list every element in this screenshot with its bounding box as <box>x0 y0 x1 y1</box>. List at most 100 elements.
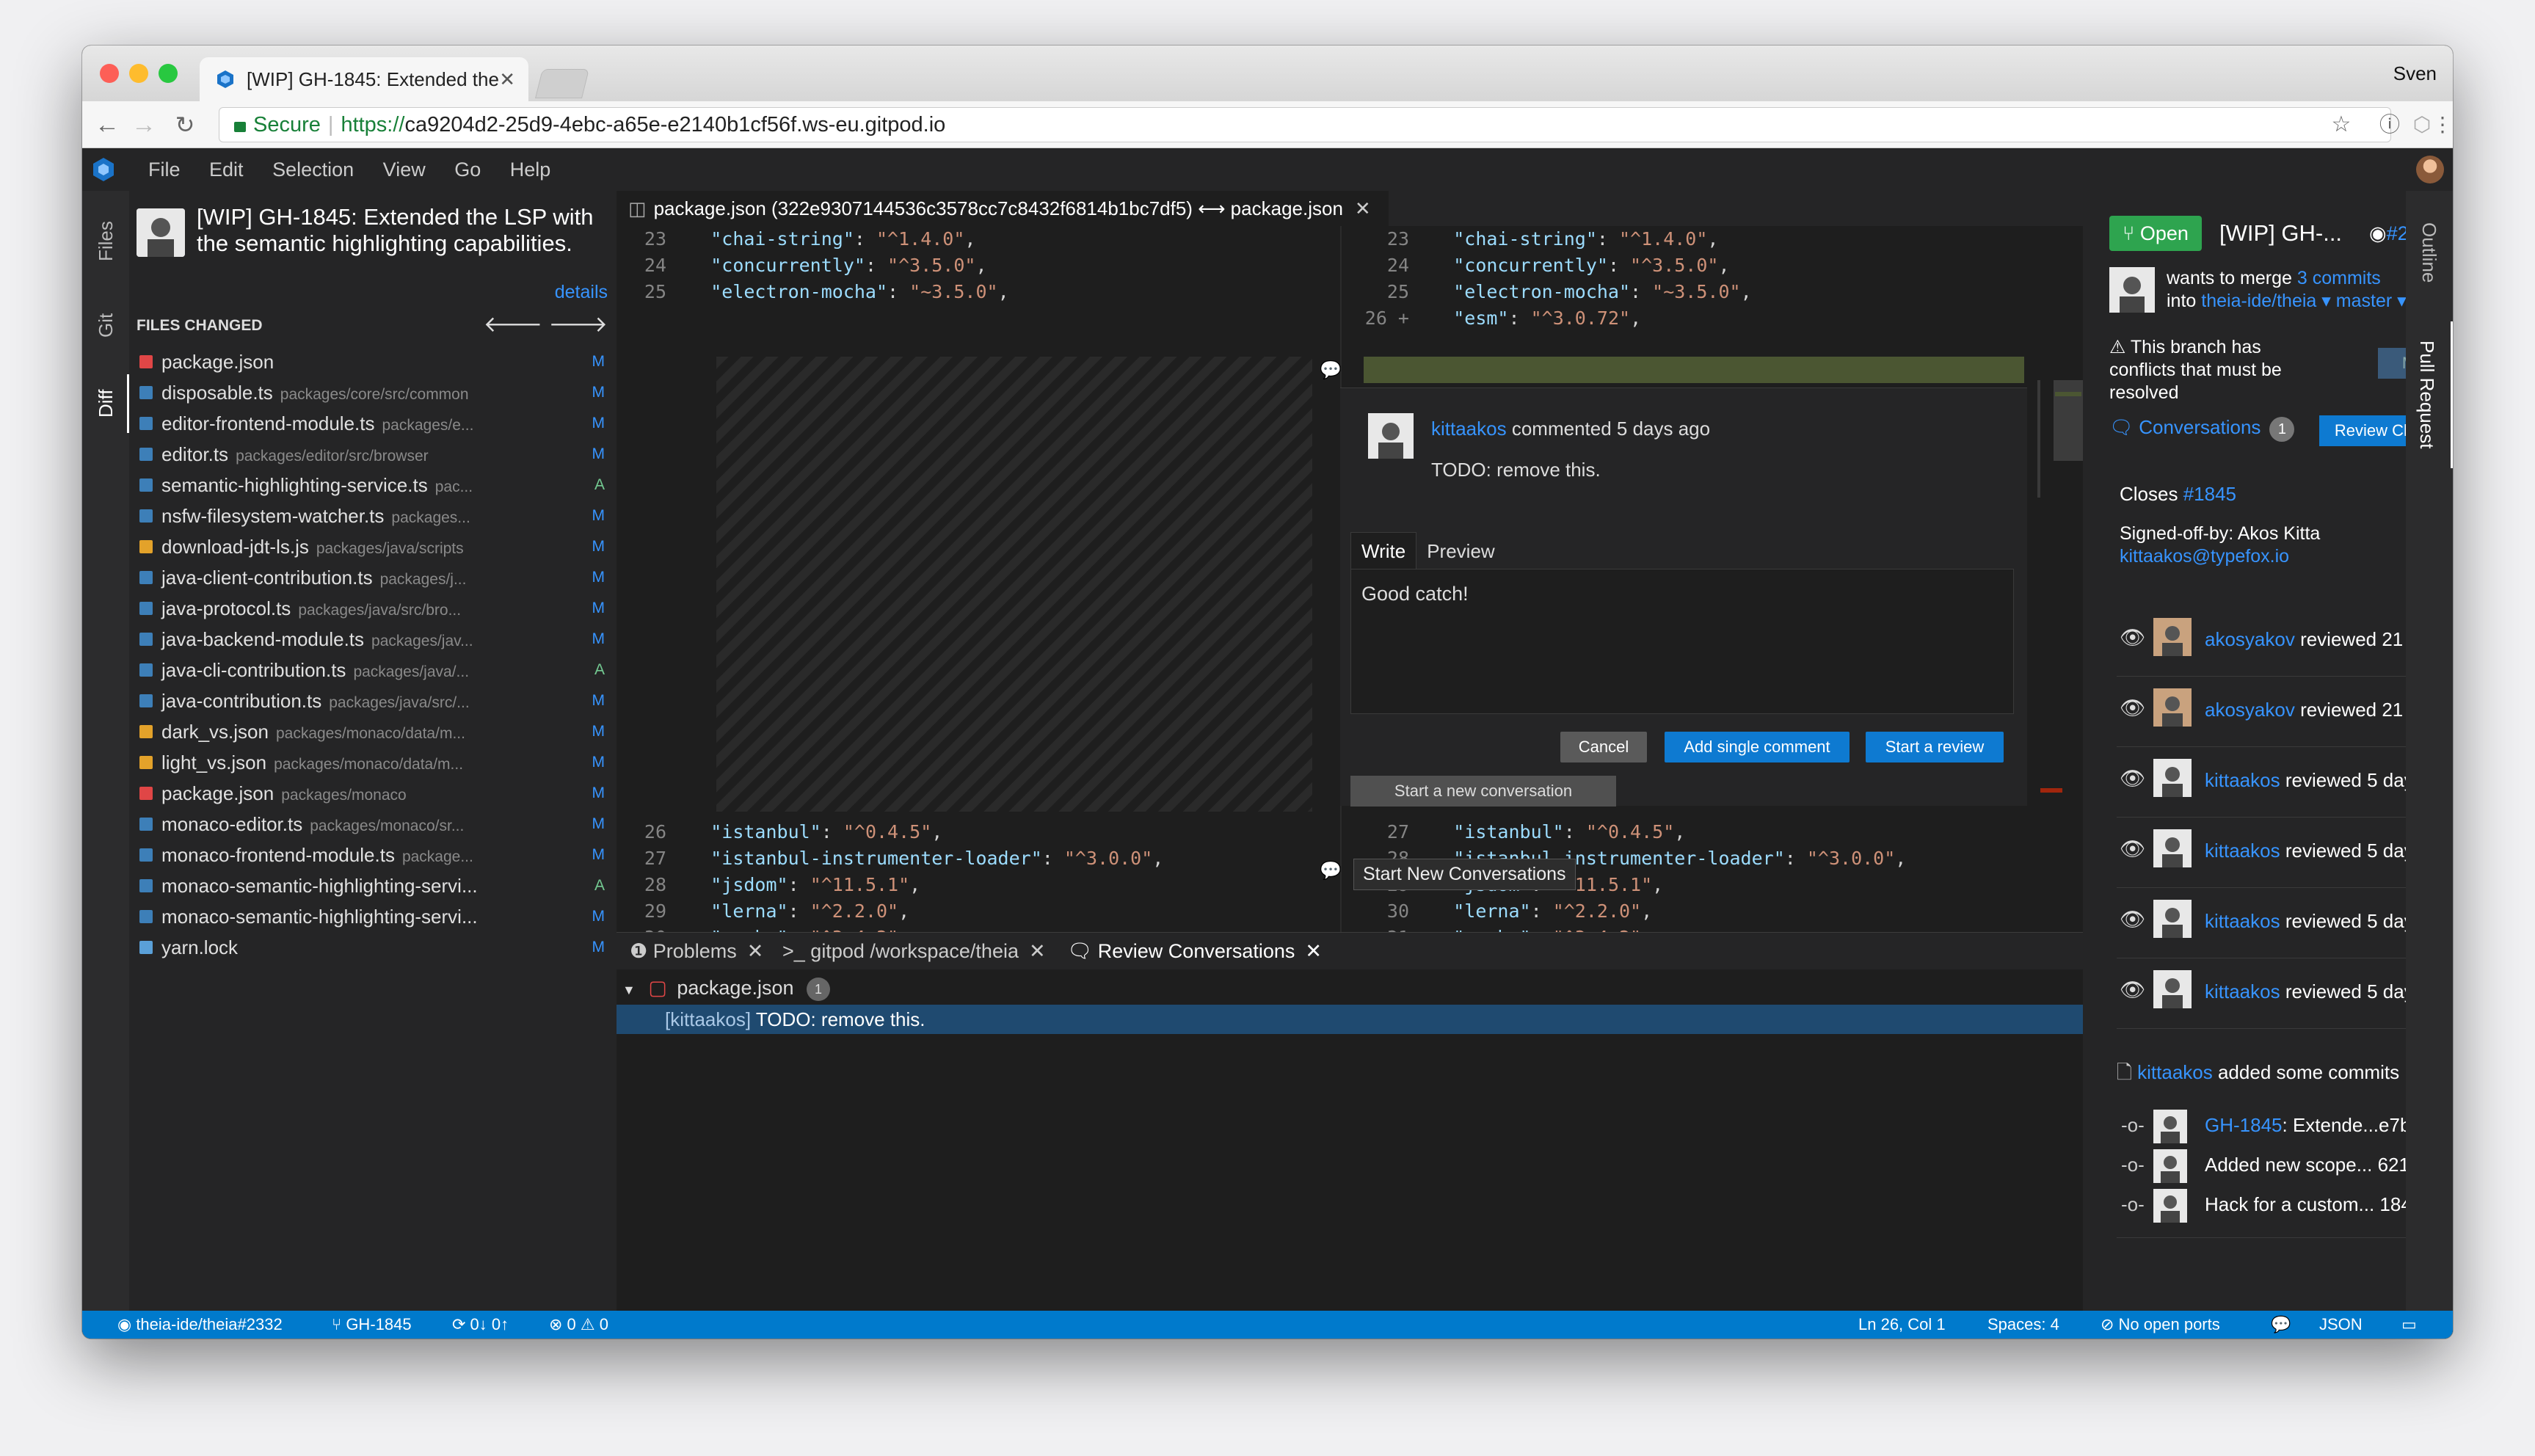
tab-terminal[interactable]: >_ gitpod /workspace/theia ✕ <box>782 933 1046 969</box>
status-indentation[interactable]: Spaces: 4 <box>1987 1311 2059 1339</box>
reviewer-link[interactable]: kittaakos <box>2205 769 2280 791</box>
target-repo-link[interactable]: theia-ide/theia <box>2201 291 2316 311</box>
file-item[interactable]: package.json M <box>137 346 612 377</box>
address-bar[interactable]: Secure | https://ca9204d2-25d9-4ebc-a65e-e… <box>219 107 2391 142</box>
maximize-window-button[interactable] <box>159 64 178 83</box>
file-item[interactable]: disposable.ts packages/core/src/common M <box>137 377 612 408</box>
original-code-bottom[interactable]: 26 "istanbul": "^0.4.5", 27 "istanbul-ins… <box>617 819 1163 951</box>
tab-close-icon[interactable]: ✕ <box>499 57 515 101</box>
conversation-row[interactable]: [kittaakos] TODO: remove this. <box>617 1005 2083 1034</box>
browser-tab[interactable]: [WIP] GH-1845: Extended the ✕ <box>200 57 528 101</box>
editor-tab-package-json[interactable]: ◫ package.json (322e9307144536c3578cc7c84… <box>617 191 1389 226</box>
tab-diff[interactable]: Diff <box>82 374 129 433</box>
status-language[interactable]: JSON <box>2319 1311 2363 1339</box>
menu-file[interactable]: File <box>148 159 181 181</box>
comment-gutter-icon-2[interactable]: 💬 <box>1320 860 1342 881</box>
eye-icon[interactable]: 👁 <box>2120 768 2146 790</box>
reviewer-link[interactable]: kittaakos <box>2205 910 2280 932</box>
menu-go[interactable]: Go <box>454 159 481 181</box>
details-link[interactable]: details <box>555 282 608 303</box>
tab-problems-close-icon[interactable]: ✕ <box>747 940 764 962</box>
bookmark-star-icon[interactable]: ☆ <box>2327 110 2356 139</box>
file-item[interactable]: download-jdt-ls.js packages/java/scripts M <box>137 531 612 562</box>
conversations-link[interactable]: 🗨 Conversations 1 <box>2109 414 2295 442</box>
file-item[interactable]: semantic-highlighting-service.ts pac... A <box>137 470 612 500</box>
file-item[interactable]: java-client-contribution.ts packages/j...… <box>137 562 612 593</box>
tab-files[interactable]: Files <box>82 208 129 274</box>
modified-code-top[interactable]: 23 "chai-string": "^1.4.0", 24 "concurren… <box>1350 226 1752 332</box>
forward-arrow-icon[interactable]: → <box>129 110 159 139</box>
menu-view[interactable]: View <box>383 159 426 181</box>
tab-review-conversations-close-icon[interactable]: ✕ <box>1305 940 1322 962</box>
eye-icon[interactable]: 👁 <box>2120 909 2146 931</box>
reviewer-link[interactable]: kittaakos <box>2205 980 2280 1002</box>
file-item[interactable]: java-protocol.ts packages/java/src/bro...… <box>137 593 612 624</box>
commit-issue-link[interactable]: GH-1845 <box>2205 1114 2283 1136</box>
status-branch[interactable]: ⑂ GH-1845 <box>332 1311 412 1339</box>
start-review-button[interactable]: Start a review <box>1866 732 2004 762</box>
eye-icon[interactable]: 👁 <box>2120 979 2146 1001</box>
file-item[interactable]: java-contribution.ts packages/java/src/..… <box>137 685 612 716</box>
original-code-top[interactable]: 23 "chai-string": "^1.4.0", 24 "concurren… <box>617 226 1009 305</box>
diff-overview-ruler[interactable] <box>2037 380 2083 498</box>
menu-edit[interactable]: Edit <box>209 159 244 181</box>
chevron-down-icon[interactable]: ▼ <box>622 983 636 997</box>
add-single-comment-button[interactable]: Add single comment <box>1665 732 1850 762</box>
commit-entry[interactable]: -o- Hack for a custom... 18450e9 <box>2117 1186 2453 1223</box>
comment-author-link[interactable]: kittaakos <box>1431 418 1507 440</box>
reviewer-link[interactable]: akosyakov <box>2205 628 2295 650</box>
tab-pull-request[interactable]: Pull Request <box>2406 321 2453 468</box>
status-sync[interactable]: ⟳ 0↓ 0↑ <box>452 1311 509 1339</box>
status-problems[interactable]: ⊗ 0 ⚠ 0 <box>549 1311 608 1339</box>
file-item[interactable]: monaco-semantic-highlighting-servi... A <box>137 870 612 901</box>
new-tab-button[interactable] <box>535 69 589 98</box>
reviewer-link[interactable]: akosyakov <box>2205 699 2295 721</box>
commit-entry[interactable]: -o- Added new scope... 621ee23 <box>2117 1146 2453 1183</box>
back-arrow-icon[interactable]: ← <box>92 110 122 139</box>
reviewer-link[interactable]: kittaakos <box>2205 840 2280 862</box>
next-arrow-icon[interactable]: 🡒 <box>549 313 608 337</box>
write-tab[interactable]: Write <box>1350 532 1417 570</box>
previous-arrow-icon[interactable]: 🡐 <box>484 313 542 337</box>
tab-terminal-close-icon[interactable]: ✕ <box>1029 940 1046 962</box>
tab-review-conversations[interactable]: 🗨 Review Conversations ✕ <box>1067 933 1322 969</box>
file-item[interactable]: monaco-semantic-highlighting-servi... M <box>137 901 612 932</box>
cancel-button[interactable]: Cancel <box>1560 732 1647 762</box>
file-item[interactable]: java-cli-contribution.ts packages/java/..… <box>137 655 612 685</box>
close-window-button[interactable] <box>100 64 119 83</box>
comment-textarea[interactable]: Good catch! <box>1350 569 2014 714</box>
conversation-file-node[interactable]: ▼ ▢ package.json 1 <box>622 972 831 1003</box>
commit-entry[interactable]: -o- GH-1845: Extende...e7b8224 <box>2117 1107 2453 1143</box>
file-item[interactable]: editor-frontend-module.ts packages/e... M <box>137 408 612 439</box>
user-avatar[interactable] <box>2416 156 2444 183</box>
menu-selection[interactable]: Selection <box>272 159 354 181</box>
minimize-window-button[interactable] <box>129 64 148 83</box>
toggle-panel-icon[interactable]: ▭ <box>2401 1311 2417 1339</box>
file-item[interactable]: package.json packages/monaco M <box>137 778 612 809</box>
eye-icon[interactable]: 👁 <box>2120 838 2146 860</box>
extension-info-icon[interactable]: ⓘ <box>2375 110 2404 139</box>
menu-help[interactable]: Help <box>510 159 551 181</box>
file-item[interactable]: light_vs.json packages/monaco/data/m... M <box>137 747 612 778</box>
preview-tab[interactable]: Preview <box>1416 533 1505 570</box>
editor-tab-close-icon[interactable]: ✕ <box>1355 197 1371 219</box>
chat-icon[interactable]: 💬 <box>2271 1311 2291 1339</box>
file-item[interactable]: monaco-frontend-module.ts package... M <box>137 840 612 870</box>
status-ports[interactable]: ⊘ No open ports <box>2101 1311 2220 1339</box>
browser-user-name[interactable]: Sven <box>2393 46 2437 101</box>
reload-icon[interactable]: ↻ <box>170 110 200 139</box>
eye-icon[interactable]: 👁 <box>2120 627 2146 649</box>
status-cursor-position[interactable]: Ln 26, Col 1 <box>1858 1311 1946 1339</box>
target-branch-link[interactable]: master <box>2336 291 2392 311</box>
file-item[interactable]: editor.ts packages/editor/src/browser M <box>137 439 612 470</box>
issue-link[interactable]: #1845 <box>2183 483 2236 505</box>
commits-link[interactable]: 3 commits <box>2297 268 2381 288</box>
file-item[interactable]: java-backend-module.ts packages/jav... M <box>137 624 612 655</box>
file-item[interactable]: yarn.lock M <box>137 932 612 963</box>
file-item[interactable]: monaco-editor.ts packages/monaco/sr... M <box>137 809 612 840</box>
file-item[interactable]: nsfw-filesystem-watcher.ts packages... M <box>137 500 612 531</box>
file-item[interactable]: dark_vs.json packages/monaco/data/m... M <box>137 716 612 747</box>
browser-menu-icon[interactable]: ⋮ <box>2428 110 2453 139</box>
signed-off-email-link[interactable]: kittaakos@typefox.io <box>2120 546 2289 567</box>
commits-user-link[interactable]: kittaakos <box>2137 1061 2213 1083</box>
